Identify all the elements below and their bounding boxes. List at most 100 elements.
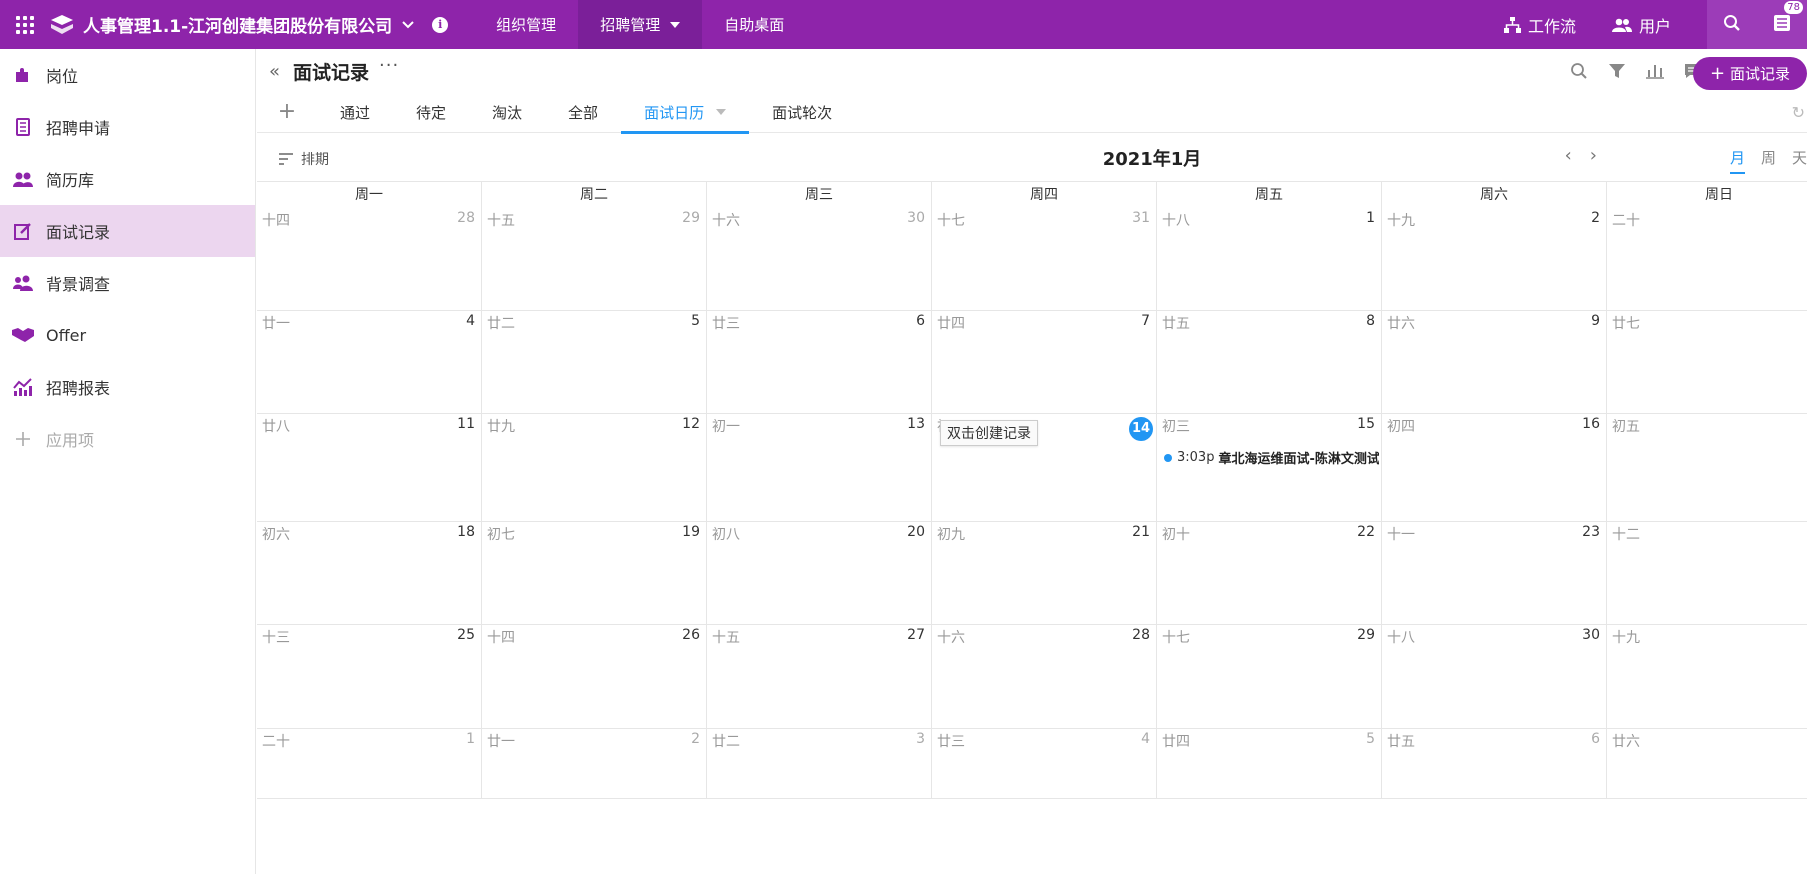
calendar-day-cell[interactable]: 十六 28	[932, 625, 1157, 728]
lunar-date: 廿二	[487, 316, 515, 332]
calendar-day-cell[interactable]: 廿九 12	[482, 414, 707, 521]
calendar-day-cell[interactable]: 十一 23	[1382, 522, 1607, 624]
sidebar-item-resume-library[interactable]: 简历库	[0, 153, 255, 205]
calendar-day-cell[interactable]: 十六 30	[707, 208, 932, 310]
calendar-day-cell[interactable]: 初五17	[1607, 414, 1807, 521]
calendar-day-cell[interactable]: 十四 28	[257, 208, 482, 310]
info-icon[interactable]: i	[432, 16, 449, 33]
calendar-day-cell[interactable]: 二十 1	[257, 729, 482, 798]
plus-icon	[12, 428, 34, 450]
app-logo-icon	[49, 12, 75, 38]
calendar-day-cell[interactable]: 十七 31	[932, 208, 1157, 310]
nav-self-service[interactable]: 自助桌面	[702, 0, 806, 49]
lunar-date: 十八	[1162, 213, 1190, 229]
notifications-icon[interactable]	[1773, 14, 1791, 36]
tab-label: 淘汰	[492, 103, 523, 122]
calendar-day-cell[interactable]: 十九31	[1607, 625, 1807, 728]
calendar-day-cell[interactable]: 廿七10	[1607, 311, 1807, 413]
calendar-day-cell[interactable]: 廿八 11	[257, 414, 482, 521]
calendar-day-cell[interactable]: 初一 13	[707, 414, 932, 521]
apps-grid-icon[interactable]	[0, 0, 49, 49]
search-icon[interactable]	[1569, 61, 1589, 81]
calendar-day-cell[interactable]: 十五 27	[707, 625, 932, 728]
tab-eliminated[interactable]: 淘汰	[469, 91, 545, 133]
chevron-left-icon[interactable]: ‹	[1565, 145, 1572, 166]
nav-org-management[interactable]: 组织管理	[474, 0, 578, 49]
calendar-day-cell[interactable]: 初七 19	[482, 522, 707, 624]
calendar-day-cell[interactable]: 初四 16	[1382, 414, 1607, 521]
app-title[interactable]: 人事管理1.1-江河创建集团股份有限公司	[83, 12, 392, 37]
lunar-date: 廿四	[937, 316, 965, 332]
chevron-down-icon[interactable]	[400, 17, 416, 33]
calendar-day-cell[interactable]: 十八 30	[1382, 625, 1607, 728]
calendar-day-cell[interactable]: 十二24	[1607, 522, 1807, 624]
calendar-day-cell[interactable]: 廿二 3	[707, 729, 932, 798]
calendar-day-cell[interactable]: 廿五 6	[1382, 729, 1607, 798]
sidebar-item-positions[interactable]: 岗位	[0, 49, 255, 101]
sidebar: 岗位 招聘申请 简历库 面试记录 背景调查 Offer 招聘报表 应用项	[0, 49, 256, 874]
date-number: 8	[1366, 313, 1375, 329]
date-number: 9	[1591, 313, 1600, 329]
calendar-day-cell[interactable]: 十九 2	[1382, 208, 1607, 310]
sidebar-item-label: 岗位	[46, 67, 79, 86]
search-icon[interactable]	[1723, 14, 1741, 36]
calendar-day-cell[interactable]: 十七 29	[1157, 625, 1382, 728]
calendar-day-cell[interactable]: 廿六7	[1607, 729, 1807, 798]
calendar-week-row: 十四 28 十五 29 十六 30 十七 31 十八 1 十九 2 二十3	[257, 208, 1807, 311]
add-interview-record-button[interactable]: + 面试记录	[1693, 57, 1807, 90]
lunar-date: 初四	[1387, 419, 1415, 435]
calendar-day-cell[interactable]: 初三 15 3:03p 章北海运维面试-陈淋文测试	[1157, 414, 1382, 521]
sidebar-item-recruit-report[interactable]: 招聘报表	[0, 361, 255, 413]
calendar-day-cell[interactable]: 十八 1	[1157, 208, 1382, 310]
chevron-right-icon[interactable]: ›	[1590, 145, 1597, 166]
calendar-day-cell[interactable]: 廿四 7	[932, 311, 1157, 413]
tab-passed[interactable]: 通过	[317, 91, 393, 133]
date-number: 5	[1366, 731, 1375, 747]
calendar-day-cell[interactable]: 初八 20	[707, 522, 932, 624]
calendar-day-cell[interactable]: 廿一 4	[257, 311, 482, 413]
caret-down-icon[interactable]	[716, 109, 727, 115]
calendar-day-cell[interactable]: 廿四 5	[1157, 729, 1382, 798]
calendar-day-cell[interactable]: 初六 18	[257, 522, 482, 624]
refresh-icon[interactable]: ↻	[1792, 103, 1805, 122]
calendar-day-cell[interactable]: 廿一 2	[482, 729, 707, 798]
workflow-button[interactable]: 工作流	[1503, 13, 1576, 37]
sidebar-item-interview-records[interactable]: 面试记录	[0, 205, 255, 257]
lunar-date: 初十	[1162, 527, 1190, 543]
calendar-day-cell[interactable]: 初十 22	[1157, 522, 1382, 624]
calendar-event[interactable]: 3:03p 章北海运维面试-陈淋文测试	[1164, 448, 1379, 467]
sidebar-item-offer[interactable]: Offer	[0, 309, 255, 361]
calendar-day-cell[interactable]: 初九 21	[932, 522, 1157, 624]
sidebar-item-background-check[interactable]: 背景调查	[0, 257, 255, 309]
calendar-day-cell[interactable]: 十四 26	[482, 625, 707, 728]
collapse-sidebar-icon[interactable]: «	[269, 61, 280, 82]
users-button[interactable]: 用户	[1611, 13, 1671, 37]
date-number: 21	[1132, 524, 1150, 540]
calendar-day-cell[interactable]: 十三 25	[257, 625, 482, 728]
view-day-button[interactable]: 天	[1792, 147, 1807, 174]
sidebar-add-app-item[interactable]: 应用项	[0, 413, 255, 465]
add-view-button[interactable]: +	[257, 91, 317, 132]
tab-all[interactable]: 全部	[545, 91, 621, 133]
more-options-icon[interactable]: ···	[379, 55, 399, 76]
date-number: 5	[691, 313, 700, 329]
view-week-button[interactable]: 周	[1761, 147, 1776, 174]
filter-icon[interactable]	[1607, 61, 1627, 81]
lunar-date: 十七	[1162, 630, 1190, 646]
calendar-day-cell[interactable]: 廿三 6	[707, 311, 932, 413]
calendar-day-cell[interactable]: 廿二 5	[482, 311, 707, 413]
calendar-day-cell[interactable]: 廿五 8	[1157, 311, 1382, 413]
calendar-day-cell[interactable]: 十五 29	[482, 208, 707, 310]
weekday-header-row: 周一 周二 周三 周四 周五 周六 周日	[257, 182, 1807, 208]
view-month-button[interactable]: 月	[1729, 147, 1745, 174]
nav-recruitment[interactable]: 招聘管理	[578, 0, 703, 49]
tab-interview-calendar[interactable]: 面试日历	[621, 91, 750, 134]
tab-interview-rounds[interactable]: 面试轮次	[749, 91, 855, 133]
statistics-icon[interactable]	[1645, 61, 1665, 81]
calendar-day-cell[interactable]: 二十3	[1607, 208, 1807, 310]
weekday-label: 周三	[707, 182, 932, 208]
calendar-day-cell[interactable]: 廿六 9	[1382, 311, 1607, 413]
tab-pending[interactable]: 待定	[393, 91, 469, 133]
calendar-day-cell[interactable]: 廿三 4	[932, 729, 1157, 798]
sidebar-item-recruit-requests[interactable]: 招聘申请	[0, 101, 255, 153]
